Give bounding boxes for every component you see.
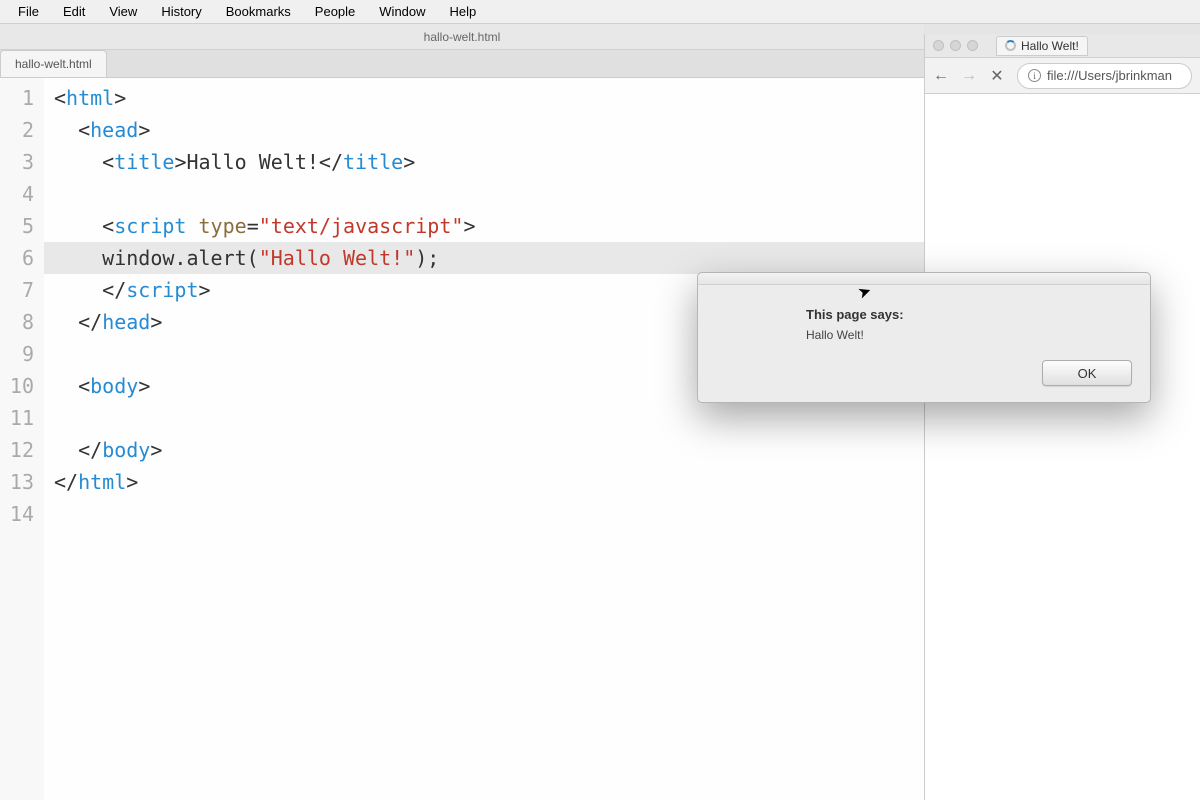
code-line: </html> [44,466,924,498]
menu-window[interactable]: Window [367,1,437,22]
code-line: <title>Hallo Welt!</title> [44,146,924,178]
menu-history[interactable]: History [149,1,213,22]
lineno: 7 [4,274,34,306]
code-area[interactable]: <html> <head> <title>Hallo Welt!</title>… [44,78,924,800]
url-text: file:///Users/jbrinkman [1047,68,1172,83]
code-line: </body> [44,434,924,466]
ok-button[interactable]: OK [1042,360,1132,386]
code-line [44,178,924,210]
menu-file[interactable]: File [6,1,51,22]
editor-tabbar: hallo-welt.html [0,50,924,78]
minimize-icon[interactable] [950,40,961,51]
lineno: 8 [4,306,34,338]
browser-tabstrip: Hallo Welt! [996,36,1192,56]
alert-title: This page says: [806,307,1124,322]
editor-tab[interactable]: hallo-welt.html [0,50,107,77]
lineno: 13 [4,466,34,498]
code-line: <head> [44,114,924,146]
loading-spinner-icon [1005,40,1016,51]
editor-titlebar: hallo-welt.html [0,24,924,50]
close-icon[interactable] [933,40,944,51]
browser-tab[interactable]: Hallo Welt! [996,36,1088,56]
lineno: 5 [4,210,34,242]
alert-body: This page says: Hallo Welt! [698,285,1150,360]
lineno: 4 [4,178,34,210]
alert-dragbar[interactable] [698,273,1150,285]
menu-view[interactable]: View [97,1,149,22]
line-number-gutter: 1 2 3 4 5 6 7 8 9 10 11 12 13 14 [0,78,44,800]
editor-title: hallo-welt.html [424,30,501,44]
maximize-icon[interactable] [967,40,978,51]
javascript-alert-dialog: This page says: Hallo Welt! OK [697,272,1151,403]
browser-window: Hallo Welt! ← → ✕ i file:///Users/jbrink… [924,34,1200,800]
menu-bookmarks[interactable]: Bookmarks [214,1,303,22]
address-bar[interactable]: i file:///Users/jbrinkman [1017,63,1192,89]
menu-edit[interactable]: Edit [51,1,97,22]
lineno: 10 [4,370,34,402]
alert-message: Hallo Welt! [806,328,1124,342]
stop-icon[interactable]: ✕ [989,66,1005,86]
forward-icon: → [961,67,977,85]
os-menubar: File Edit View History Bookmarks People … [0,0,1200,24]
lineno: 6 [4,242,34,274]
site-info-icon[interactable]: i [1028,69,1041,82]
browser-toolbar: ← → ✕ i file:///Users/jbrinkman [925,58,1200,94]
code-line [44,498,924,530]
lineno: 12 [4,434,34,466]
browser-tab-title: Hallo Welt! [1021,39,1079,53]
back-icon[interactable]: ← [933,67,949,85]
code-line: <html> [44,82,924,114]
code-line: <script type="text/javascript"> [44,210,924,242]
code-line-highlighted: window.alert("Hallo Welt!"); [44,242,924,274]
editor-body: 1 2 3 4 5 6 7 8 9 10 11 12 13 14 <html> … [0,78,924,800]
browser-titlebar: Hallo Welt! [925,34,1200,58]
lineno: 2 [4,114,34,146]
menu-people[interactable]: People [303,1,367,22]
editor-window: hallo-welt.html hallo-welt.html 1 2 3 4 … [0,24,924,800]
lineno: 11 [4,402,34,434]
menu-help[interactable]: Help [438,1,489,22]
alert-button-row: OK [698,360,1150,402]
lineno: 14 [4,498,34,530]
lineno: 3 [4,146,34,178]
lineno: 9 [4,338,34,370]
code-line [44,402,924,434]
lineno: 1 [4,82,34,114]
browser-viewport [925,94,1200,800]
